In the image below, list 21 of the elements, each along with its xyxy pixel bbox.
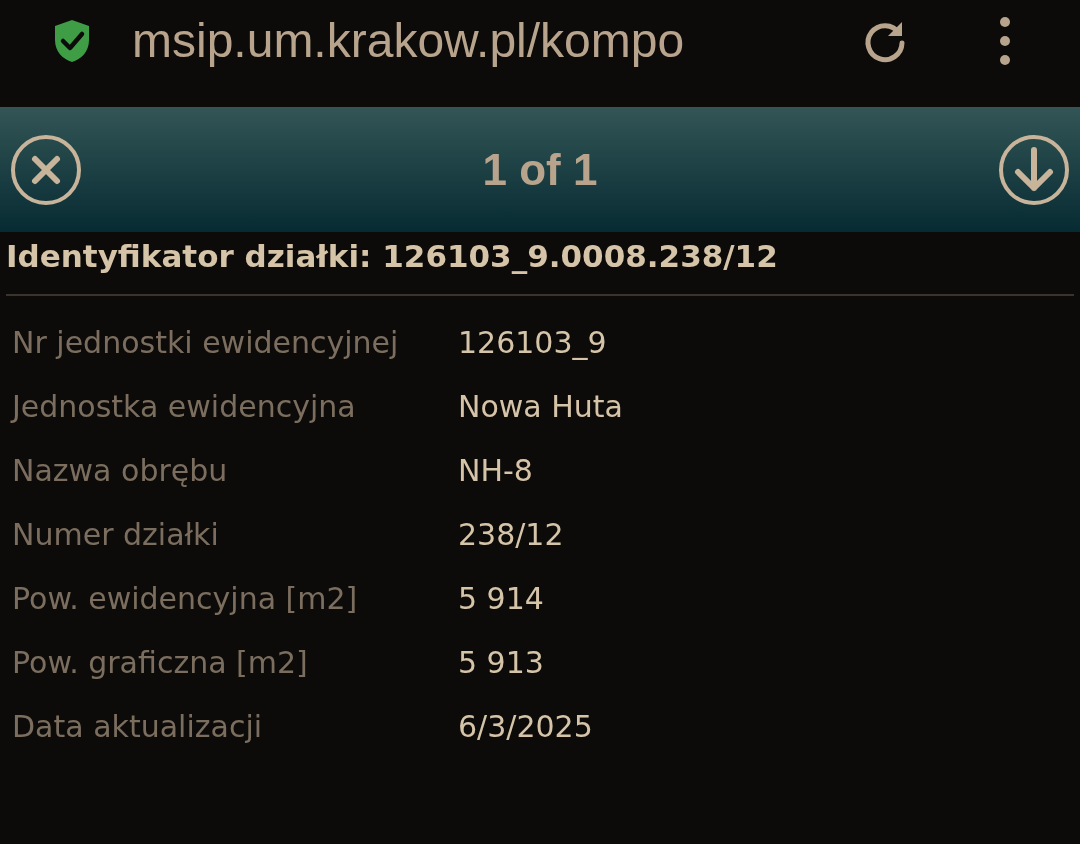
url-text[interactable]: msip.um.krakow.pl/kompo [132, 13, 822, 68]
field-label: Pow. graficzna [m2] [12, 644, 309, 680]
field-value: 5 914 [458, 580, 544, 616]
field-label: Jednostka ewidencyjna [12, 388, 357, 424]
field-value: 238/12 [458, 516, 564, 552]
download-icon[interactable] [998, 133, 1070, 206]
field-label: Data aktualizacji [12, 708, 264, 744]
menu-icon[interactable] [998, 15, 1012, 66]
field-value: Nowa Huta [458, 388, 623, 424]
field-label: Nr jednostki ewidencyjnej [12, 324, 400, 360]
field-value: 5 913 [458, 644, 544, 680]
pager-text: 1 of 1 [482, 144, 598, 195]
field-label: Nazwa obrębu [12, 452, 229, 488]
shield-check-icon [52, 17, 92, 64]
field-value: NH-8 [458, 452, 533, 488]
field-label: Numer działki [12, 516, 220, 552]
field-value: 6/3/2025 [458, 708, 593, 744]
close-icon[interactable] [10, 133, 82, 206]
field-value: 126103_9 [458, 324, 607, 360]
popup-title: Identyfikator działki: 126103_9.0008.238/12 [5, 237, 779, 276]
field-label: Pow. ewidencyjna [m2] [12, 580, 359, 616]
